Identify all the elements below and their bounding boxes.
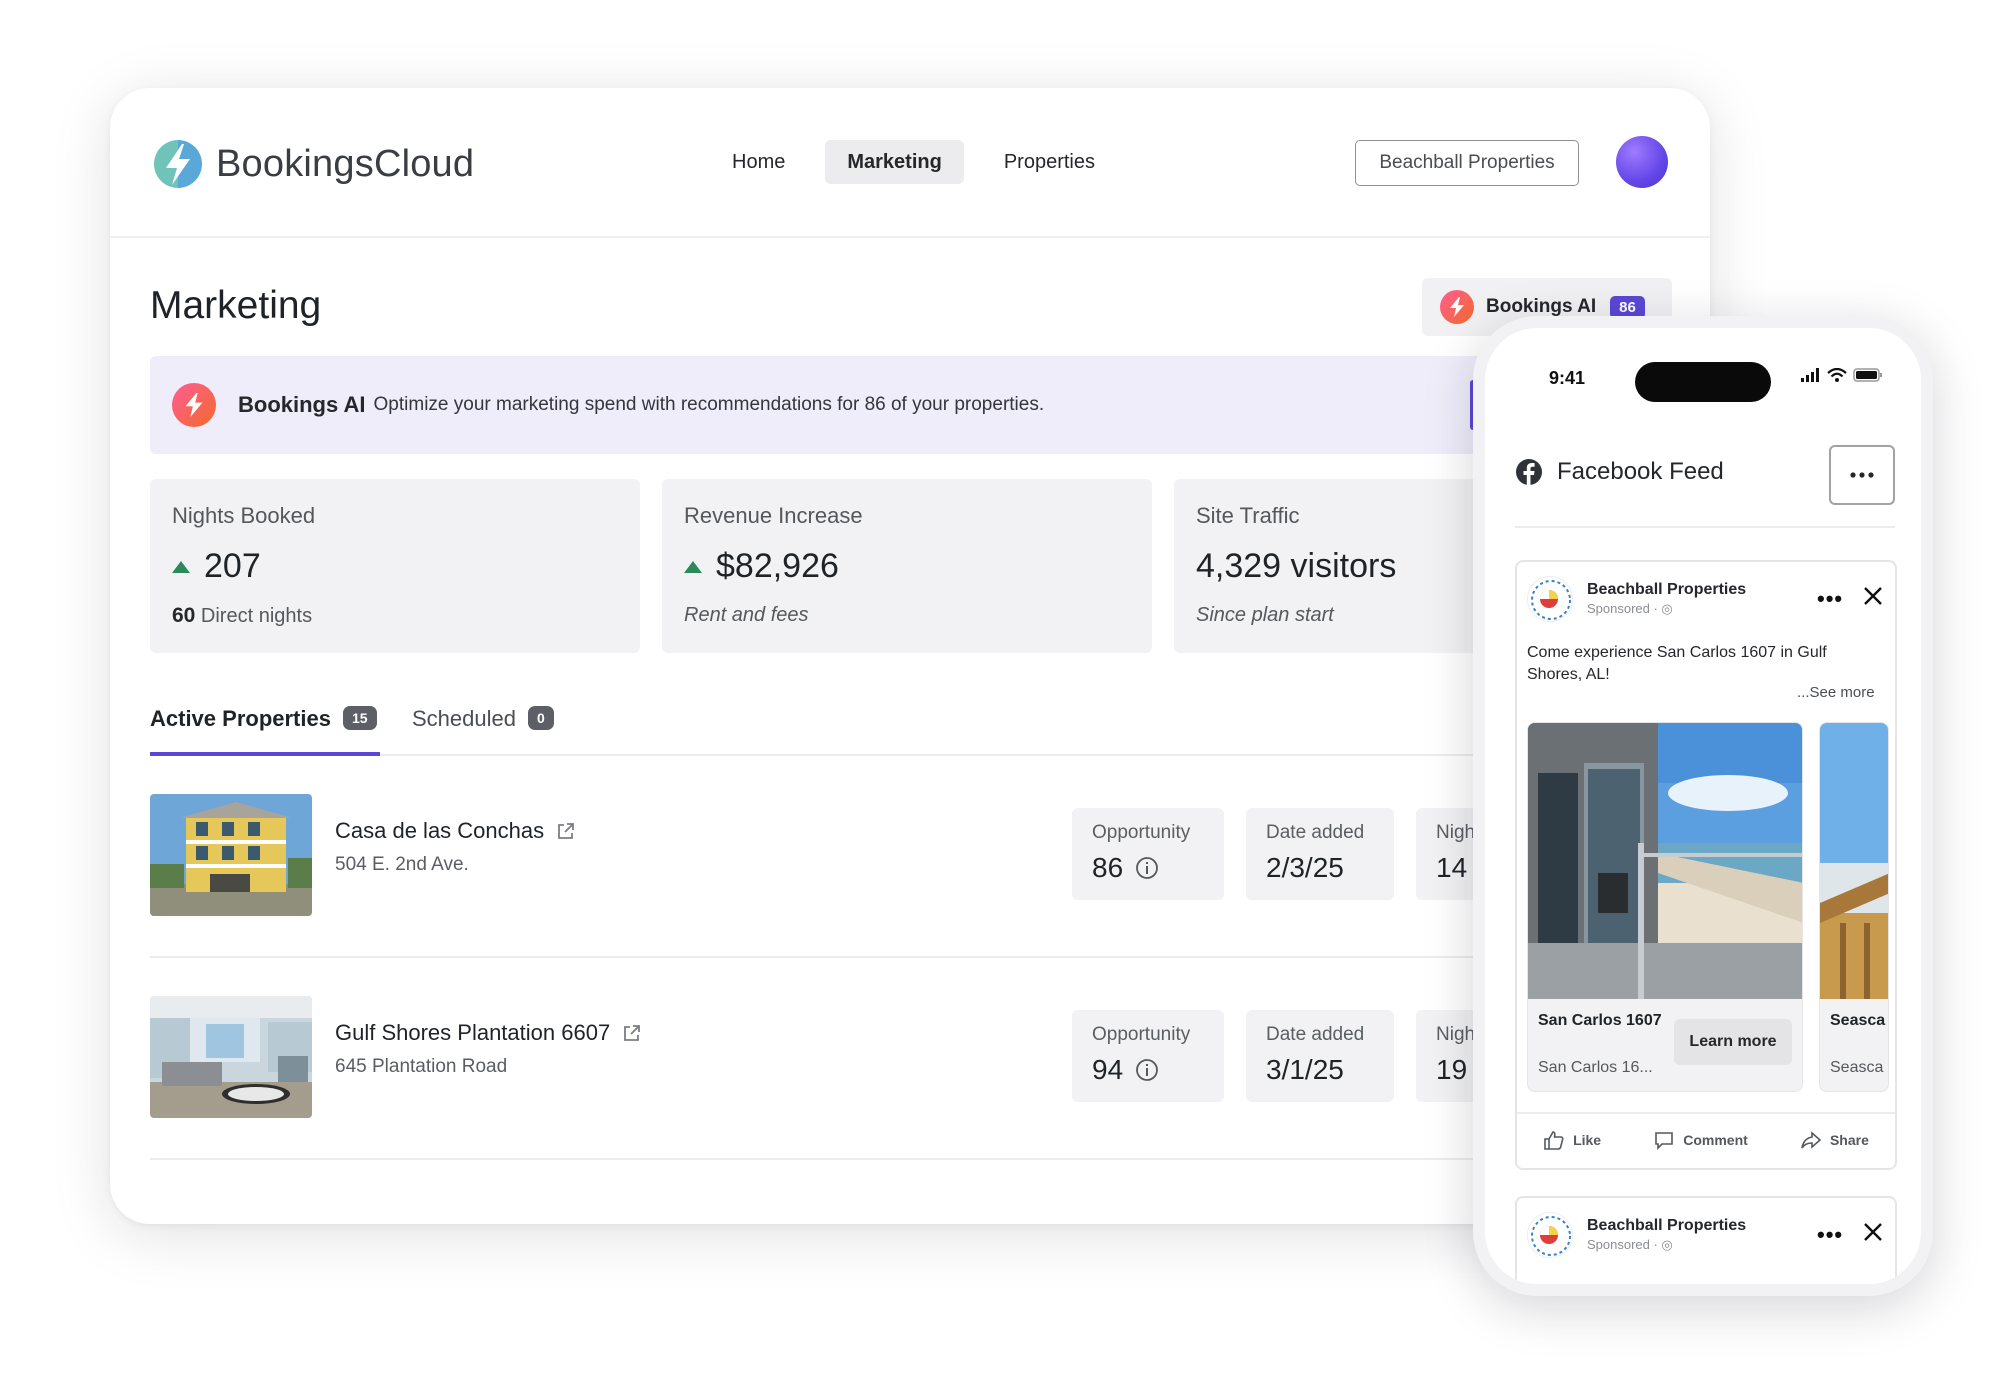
tab-count-badge: 0: [527, 706, 554, 730]
post-text: Come experience San Carlos 1607 in Gulf …: [1527, 644, 1827, 683]
app-window: BookingsCloud Home Marketing Properties …: [110, 88, 1710, 1224]
feed-more-button[interactable]: [1829, 445, 1895, 505]
property-address: 504 E. 2nd Ave.: [335, 854, 469, 875]
metric-subtext: 60 Direct nights: [172, 604, 313, 627]
post-header: Beachball Properties Sponsored · ◎: [1527, 1212, 1746, 1258]
status-icons: [1801, 368, 1883, 382]
post-page-name[interactable]: Beachball Properties Sponsored · ◎: [1587, 581, 1746, 617]
see-more-link[interactable]: ...See more: [1797, 684, 1875, 701]
metric-value: 207: [172, 547, 618, 586]
carousel-photo: [1820, 723, 1888, 999]
comment-icon: [1655, 1132, 1674, 1150]
external-link-icon[interactable]: [622, 1023, 642, 1043]
wifi-icon: [1827, 368, 1847, 382]
sponsored-label: Sponsored · ◎: [1587, 1237, 1673, 1252]
facebook-ad-post: Beachball Properties Sponsored · ◎ •••: [1515, 1196, 1897, 1284]
like-button[interactable]: Like: [1543, 1129, 1601, 1151]
date-added-stat: Date added 3/1/25: [1246, 1010, 1394, 1102]
signal-icon: [1801, 368, 1819, 382]
carousel-photo: [1528, 723, 1802, 999]
like-icon: [1544, 1131, 1564, 1150]
close-icon[interactable]: [1863, 1222, 1883, 1242]
divider: [1515, 526, 1895, 528]
logo-text: BookingsCloud: [216, 142, 475, 185]
banner-title: Bookings AI: [238, 392, 366, 417]
carousel-card-subtitle: San Carlos 16...: [1538, 1059, 1653, 1076]
close-icon[interactable]: [1863, 586, 1883, 606]
battery-icon: [1853, 368, 1882, 382]
post-header: Beachball Properties Sponsored · ◎: [1527, 576, 1746, 622]
comment-button[interactable]: Comment: [1653, 1129, 1748, 1151]
nav-properties[interactable]: Properties: [982, 140, 1117, 184]
status-time: 9:41: [1549, 368, 1586, 388]
opportunity-stat: Opportunity 86: [1072, 808, 1224, 900]
app-logo[interactable]: BookingsCloud: [152, 138, 474, 190]
post-actions: Like Comment Share: [1517, 1112, 1895, 1166]
carousel-card-subtitle: Seasca: [1830, 1059, 1884, 1076]
more-icon: [1850, 472, 1874, 478]
bolt-icon: [1440, 290, 1474, 324]
phone-preview: 9:41 Facebook Feed Beachball Properties …: [1473, 316, 1933, 1296]
user-avatar[interactable]: [1616, 136, 1668, 188]
dynamic-island: [1635, 362, 1771, 402]
property-name[interactable]: Casa de las Conchas: [335, 818, 576, 844]
carousel-card-title: Seasca: [1830, 1012, 1886, 1029]
facebook-ad-post: Beachball Properties Sponsored · ◎ ••• C…: [1515, 560, 1897, 1170]
share-button[interactable]: Share: [1800, 1129, 1869, 1151]
facebook-feed-header: Facebook Feed: [1515, 458, 1724, 486]
top-navigation-bar: BookingsCloud Home Marketing Properties …: [110, 88, 1710, 238]
property-photo: [150, 996, 312, 1118]
tab-active-properties[interactable]: Active Properties 15: [150, 706, 380, 756]
banner-text: Optimize your marketing spend with recom…: [373, 394, 1045, 415]
info-icon[interactable]: [1135, 856, 1159, 880]
property-photo: [150, 794, 312, 916]
tab-scheduled[interactable]: Scheduled 0: [412, 706, 554, 756]
learn-more-button[interactable]: Learn more: [1674, 1019, 1792, 1065]
property-row[interactable]: Casa de las Conchas 504 E. 2nd Ave. Oppo…: [150, 756, 1690, 958]
post-options-icon[interactable]: •••: [1817, 1222, 1843, 1248]
ai-recommendation-banner: Bookings AI Optimize your marketing spen…: [150, 356, 1690, 454]
carousel-card-title: San Carlos 1607: [1538, 1012, 1662, 1029]
property-row[interactable]: Gulf Shores Plantation 6607 645 Plantati…: [150, 958, 1690, 1160]
opportunity-stat: Opportunity 94: [1072, 1010, 1224, 1102]
bookings-ai-label: Bookings AI: [1486, 296, 1597, 317]
property-name[interactable]: Gulf Shores Plantation 6607: [335, 1020, 642, 1046]
metric-label: Nights Booked: [172, 503, 316, 528]
post-page-name[interactable]: Beachball Properties Sponsored · ◎: [1587, 1217, 1746, 1253]
feed-title: Facebook Feed: [1557, 458, 1724, 485]
brand-avatar[interactable]: [1527, 1212, 1573, 1258]
property-tabs: Active Properties 15 Scheduled 0: [150, 706, 1690, 756]
organization-switcher-button[interactable]: Beachball Properties: [1355, 140, 1579, 186]
metric-card-nights-booked: Nights Booked 207 60 Direct nights: [150, 479, 640, 653]
logo-bolt-icon: [154, 140, 202, 188]
facebook-icon: [1516, 459, 1542, 485]
main-nav: Home Marketing Properties: [710, 140, 1135, 184]
share-icon: [1801, 1131, 1822, 1149]
nav-home[interactable]: Home: [710, 140, 807, 184]
carousel-card[interactable]: San Carlos 1607 San Carlos 16... Learn m…: [1527, 722, 1803, 1092]
page-title: Marketing: [150, 284, 322, 327]
trend-up-icon: [684, 560, 702, 573]
metric-subtext: Rent and fees: [684, 604, 809, 626]
nav-marketing[interactable]: Marketing: [825, 140, 964, 184]
metric-label: Revenue Increase: [684, 503, 863, 528]
tab-count-badge: 15: [342, 706, 377, 730]
date-added-stat: Date added 2/3/25: [1246, 808, 1394, 900]
sponsored-label: Sponsored · ◎: [1587, 601, 1673, 616]
trend-up-icon: [172, 560, 190, 573]
post-options-icon[interactable]: •••: [1817, 586, 1843, 612]
carousel-card[interactable]: Seasca Seasca: [1819, 722, 1889, 1092]
metric-card-revenue-increase: Revenue Increase $82,926 Rent and fees: [662, 479, 1152, 653]
property-address: 645 Plantation Road: [335, 1056, 508, 1077]
brand-avatar[interactable]: [1527, 576, 1573, 622]
external-link-icon[interactable]: [556, 821, 576, 841]
metric-value: $82,926: [684, 547, 1130, 586]
bolt-icon: [172, 383, 216, 427]
info-icon[interactable]: [1135, 1058, 1159, 1082]
